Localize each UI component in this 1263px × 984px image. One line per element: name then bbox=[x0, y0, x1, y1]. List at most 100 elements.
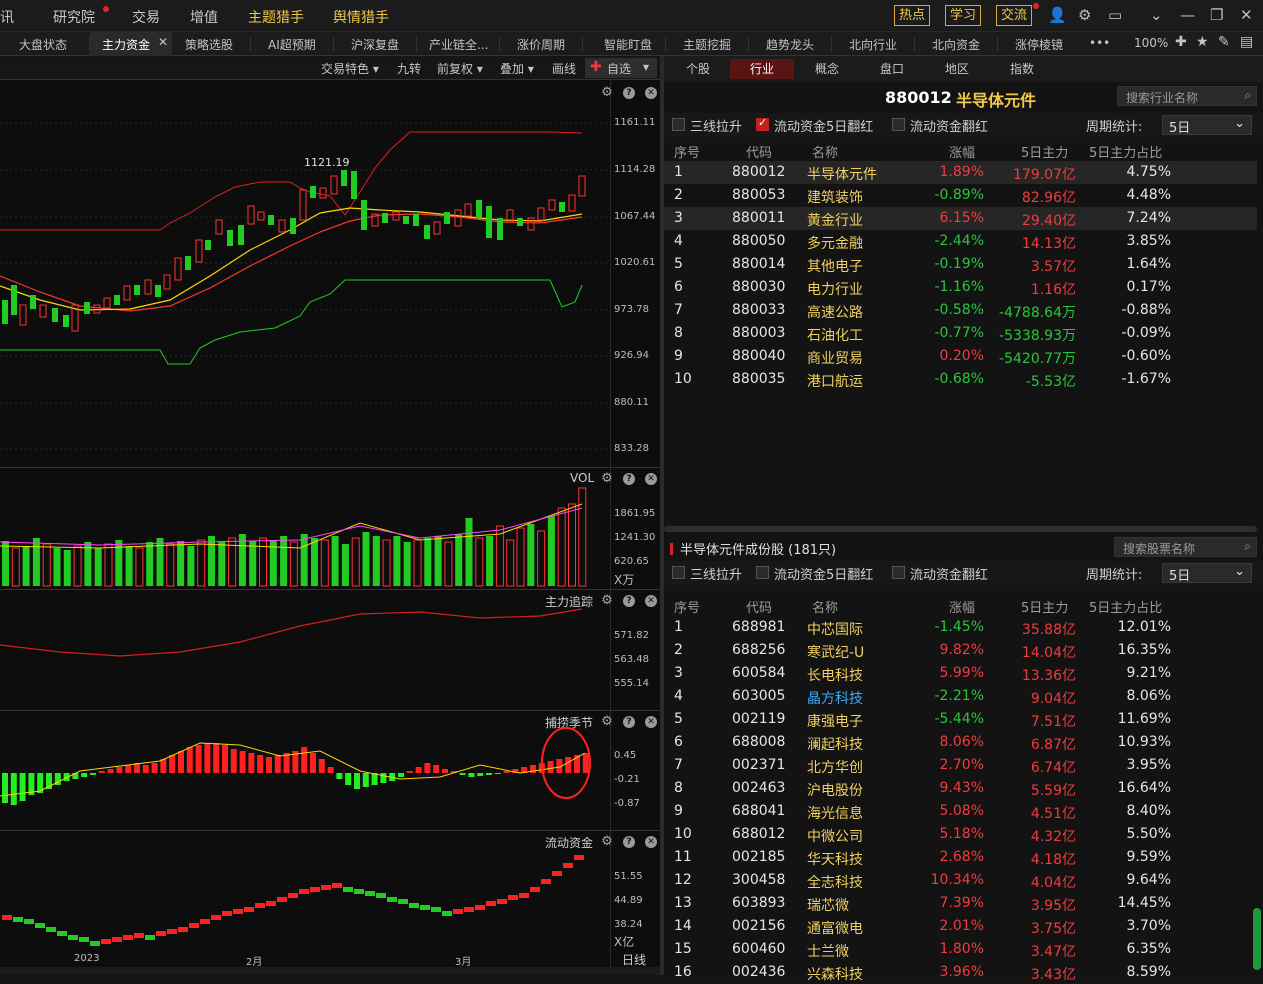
table-row[interactable]: 2 688256 寒武纪-U 9.82% 14.04亿 16.35% bbox=[664, 639, 1257, 662]
minimize-icon[interactable]: — bbox=[1180, 6, 1195, 24]
col-index[interactable]: 序号 bbox=[674, 597, 700, 616]
table-row[interactable]: 9 688041 海光信息 5.08% 4.51亿 8.40% bbox=[664, 800, 1257, 823]
table-row[interactable]: 4 880050 多元金融 -2.44% 14.13亿 3.85% bbox=[664, 230, 1257, 253]
tab-strategy-pick[interactable]: 策略选股 bbox=[185, 36, 233, 53]
table-row[interactable]: 11 002185 华天科技 2.68% 4.18亿 9.59% bbox=[664, 846, 1257, 869]
col-5d-main[interactable]: 5日主力 bbox=[1021, 597, 1068, 616]
menu-item-news[interactable]: 讯 bbox=[0, 7, 14, 27]
tab-region[interactable]: 地区 bbox=[925, 59, 989, 79]
close-icon[interactable]: ✕ bbox=[645, 836, 657, 848]
tab-price-cycle[interactable]: 涨价周期 bbox=[517, 36, 565, 53]
draw-line-button[interactable]: 画线 bbox=[552, 60, 576, 77]
main-force-tracking-pane[interactable]: 主力追踪 ⚙ ? ✕ 571.82 563.48 555.14 bbox=[0, 589, 660, 710]
vertical-scrollbar[interactable] bbox=[1253, 908, 1261, 970]
fund-red-checkbox[interactable] bbox=[892, 566, 905, 579]
table-row[interactable]: 13 603893 瑞芯微 7.39% 3.95亿 14.45% bbox=[664, 892, 1257, 915]
table-row[interactable]: 5 880014 其他电子 -0.19% 3.57亿 1.64% bbox=[664, 253, 1257, 276]
adjust-dropdown[interactable]: 前复权 ▾ bbox=[437, 60, 483, 77]
tab-industry-chain[interactable]: 产业链全... bbox=[429, 36, 488, 53]
col-name[interactable]: 名称 bbox=[812, 597, 838, 616]
edit-icon[interactable]: ✎ bbox=[1218, 34, 1230, 50]
table-row[interactable]: 12 300458 全志科技 10.34% 4.04亿 9.64% bbox=[664, 869, 1257, 892]
fund-red-checkbox[interactable] bbox=[892, 118, 905, 131]
col-change[interactable]: 涨幅 bbox=[949, 597, 975, 616]
industry-search-input[interactable]: 搜索行业名称 ⌕ bbox=[1117, 86, 1257, 106]
tab-theme-mining[interactable]: 主题挖掘 bbox=[683, 36, 731, 53]
tab-handicap[interactable]: 盘口 bbox=[860, 59, 924, 79]
tab-stock[interactable]: 个股 bbox=[666, 59, 730, 79]
help-icon[interactable]: ? bbox=[623, 87, 635, 99]
col-code[interactable]: 代码 bbox=[746, 142, 772, 161]
table-row[interactable]: 2 880053 建筑装饰 -0.89% 82.96亿 4.48% bbox=[664, 184, 1257, 207]
menu-item-sentiment-hunter[interactable]: 舆情猎手 bbox=[333, 7, 389, 27]
close-icon[interactable]: ✕ bbox=[645, 87, 657, 99]
table-row[interactable]: 14 002156 通富微电 2.01% 3.75亿 3.70% bbox=[664, 915, 1257, 938]
table-row[interactable]: 16 002436 兴森科技 3.96% 3.43亿 8.59% bbox=[664, 961, 1257, 984]
menu-item-theme-hunter[interactable]: 主题猎手 bbox=[248, 7, 304, 27]
table-row[interactable]: 7 880033 高速公路 -0.58% -4788.64万 -0.88% bbox=[664, 299, 1257, 322]
menu-item-research[interactable]: 研究院 bbox=[53, 7, 95, 27]
chevron-down-icon[interactable]: ⌄ bbox=[1150, 6, 1163, 24]
help-icon[interactable]: ? bbox=[623, 716, 635, 728]
close-tab-icon[interactable]: ✕ bbox=[158, 35, 168, 49]
period-select[interactable]: 5日 ⌄ bbox=[1162, 115, 1252, 136]
table-row[interactable]: 3 880011 黄金行业 6.15% 29.40亿 7.24% bbox=[664, 207, 1257, 230]
tab-northbound-fund[interactable]: 北向资金 bbox=[932, 36, 980, 53]
tab-index[interactable]: 指数 bbox=[990, 59, 1054, 79]
learn-button[interactable]: 学习 bbox=[945, 5, 982, 26]
help-icon[interactable]: ? bbox=[623, 473, 635, 485]
fund-5day-red-checkbox[interactable] bbox=[756, 566, 769, 579]
horizontal-scrollbar[interactable] bbox=[664, 526, 1257, 532]
tab-trend-leader[interactable]: 趋势龙头 bbox=[766, 36, 814, 53]
close-icon[interactable]: ✕ bbox=[1240, 6, 1253, 24]
tab-main-fund-active[interactable]: 主力资金 ✕ bbox=[90, 32, 172, 56]
tab-concept[interactable]: 概念 bbox=[795, 59, 859, 79]
three-line-checkbox[interactable] bbox=[672, 566, 685, 579]
tab-market-status[interactable]: 大盘状态 bbox=[19, 36, 67, 53]
communicate-button[interactable]: 交流 bbox=[996, 5, 1033, 26]
overlay-dropdown[interactable]: 叠加 ▾ bbox=[500, 60, 534, 77]
add-tab-icon[interactable]: ✚ bbox=[1175, 34, 1187, 50]
table-row[interactable]: 8 880003 石油化工 -0.77% -5338.93万 -0.09% bbox=[664, 322, 1257, 345]
col-5d-main[interactable]: 5日主力 bbox=[1021, 142, 1068, 161]
liquid-fund-pane[interactable]: 流动资金 ⚙ ? ✕ 51.55 44.89 38.24 X亿 2023 2月 … bbox=[0, 830, 660, 968]
table-row[interactable]: 9 880040 商业贸易 0.20% -5420.77万 -0.60% bbox=[664, 345, 1257, 368]
trade-features-dropdown[interactable]: 交易特色 ▾ bbox=[321, 60, 379, 77]
table-row[interactable]: 8 002463 沪电股份 9.43% 5.59亿 16.64% bbox=[664, 777, 1257, 800]
table-row[interactable]: 4 603005 晶方科技 -2.21% 9.04亿 8.06% bbox=[664, 685, 1257, 708]
tab-northbound-industry[interactable]: 北向行业 bbox=[849, 36, 897, 53]
col-name[interactable]: 名称 bbox=[812, 142, 838, 161]
close-icon[interactable]: ✕ bbox=[645, 716, 657, 728]
tab-smart-watch[interactable]: 智能盯盘 bbox=[604, 36, 652, 53]
period-select[interactable]: 5日 ⌄ bbox=[1162, 563, 1252, 584]
col-5d-ratio[interactable]: 5日主力占比 bbox=[1089, 597, 1162, 616]
nine-turn-button[interactable]: 九转 bbox=[397, 60, 421, 77]
tab-market-review[interactable]: 沪深复盘 bbox=[351, 36, 399, 53]
fund-5day-red-checkbox[interactable] bbox=[756, 116, 769, 131]
menu-item-value-added[interactable]: 增值 bbox=[190, 7, 218, 27]
tab-ai-expect[interactable]: AI超预期 bbox=[268, 36, 316, 53]
table-row[interactable]: 3 600584 长电科技 5.99% 13.36亿 9.21% bbox=[664, 662, 1257, 685]
table-row[interactable]: 7 002371 北方华创 2.70% 6.74亿 3.95% bbox=[664, 754, 1257, 777]
layout-icon[interactable]: ▤ bbox=[1240, 34, 1253, 50]
tab-industry[interactable]: 行业 bbox=[730, 59, 794, 79]
table-row[interactable]: 1 880012 半导体元件 1.89% 179.07亿 4.75% bbox=[664, 161, 1257, 184]
col-change[interactable]: 涨幅 bbox=[949, 142, 975, 161]
table-row[interactable]: 1 688981 中芯国际 -1.45% 35.88亿 12.01% bbox=[664, 616, 1257, 639]
volume-pane[interactable]: VOL ⚙ ? ✕ 1861.95 1241.30 620.65 X万 bbox=[0, 467, 660, 589]
table-row[interactable]: 10 688012 中微公司 5.18% 4.32亿 5.50% bbox=[664, 823, 1257, 846]
table-row[interactable]: 5 002119 康强电子 -5.44% 7.51亿 11.69% bbox=[664, 708, 1257, 731]
menu-item-trade[interactable]: 交易 bbox=[132, 7, 160, 27]
more-tabs-icon[interactable]: ••• bbox=[1089, 36, 1110, 50]
table-row[interactable]: 6 688008 澜起科技 8.06% 6.87亿 10.93% bbox=[664, 731, 1257, 754]
col-code[interactable]: 代码 bbox=[746, 597, 772, 616]
col-5d-ratio[interactable]: 5日主力占比 bbox=[1089, 142, 1162, 161]
tab-main-fund[interactable]: 主力资金 bbox=[102, 36, 150, 53]
table-row[interactable]: 6 880030 电力行业 -1.16% 1.16亿 0.17% bbox=[664, 276, 1257, 299]
hot-button[interactable]: 热点 bbox=[894, 5, 931, 26]
close-icon[interactable]: ✕ bbox=[645, 595, 657, 607]
three-line-checkbox[interactable] bbox=[672, 118, 685, 131]
help-icon[interactable]: ? bbox=[623, 836, 635, 848]
window-icon[interactable]: ▭ bbox=[1108, 6, 1122, 24]
close-icon[interactable]: ✕ bbox=[645, 473, 657, 485]
